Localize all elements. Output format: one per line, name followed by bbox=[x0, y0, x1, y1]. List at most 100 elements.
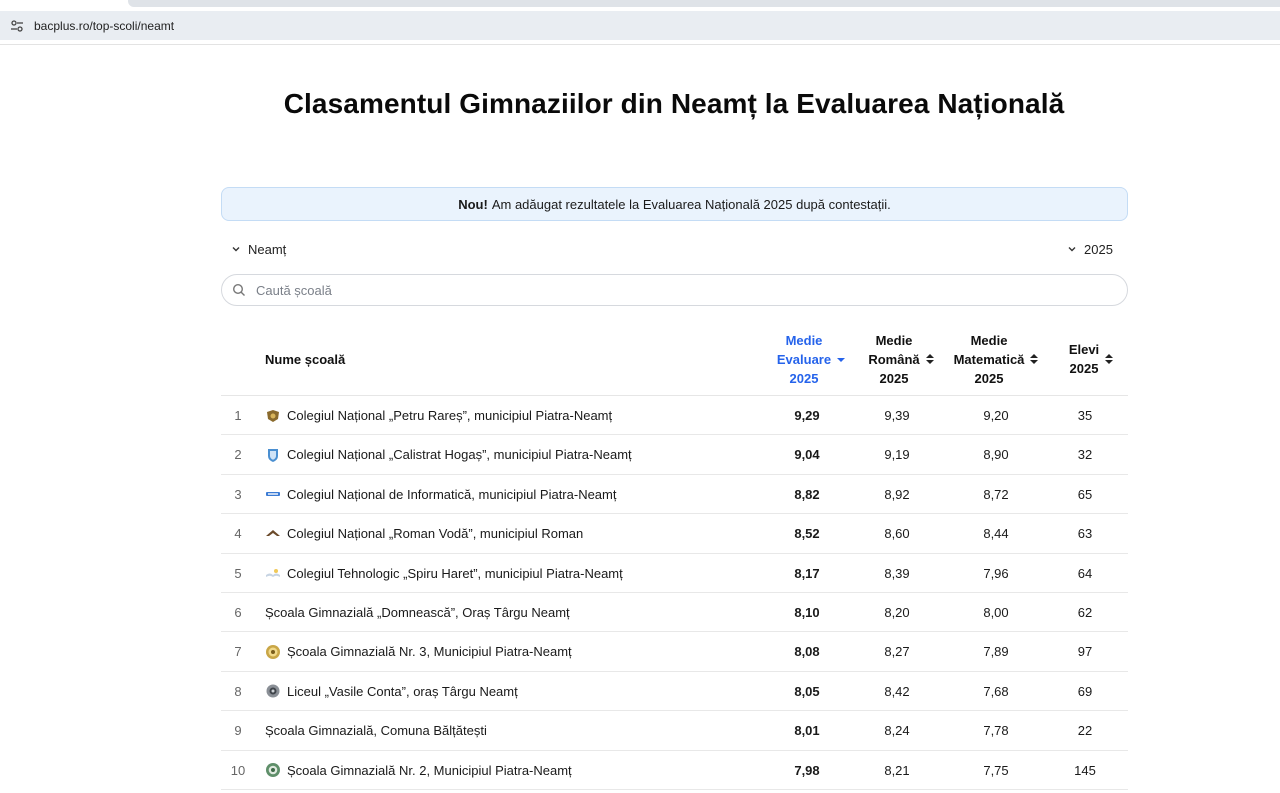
tab-strip bbox=[128, 0, 1280, 7]
romanian-average-cell: 9,19 bbox=[884, 447, 910, 463]
school-logo-icon bbox=[265, 644, 281, 660]
table-row[interactable]: 5 Colegiul Tehnologic „Spiru Haret”, muni… bbox=[221, 554, 1128, 593]
table-row[interactable]: 9 Școala Gimnazială, Comuna Bălțătești 8,0… bbox=[221, 711, 1128, 751]
school-name[interactable]: Colegiul Național de Informatică, munici… bbox=[287, 487, 616, 502]
rank-cell: 8 bbox=[234, 683, 242, 699]
eval-average-cell: 9,04 bbox=[794, 447, 820, 463]
students-cell: 69 bbox=[1077, 683, 1093, 699]
browser-toolbar: bacplus.ro/top-scoli/neamt bbox=[0, 0, 1280, 45]
county-select-value: Neamț bbox=[248, 241, 287, 257]
table-row[interactable]: 4 Colegiul Național „Roman Vodă”, municip… bbox=[221, 514, 1128, 554]
table-row[interactable]: 3 Colegiul Național de Informatică, munic… bbox=[221, 475, 1128, 515]
table-row[interactable]: 1 Colegiul Național „Petru Rareș”, munici… bbox=[221, 396, 1128, 436]
school-logo-icon bbox=[265, 565, 281, 581]
school-name-cell[interactable]: Colegiul Național „Petru Rareș”, municip… bbox=[265, 396, 765, 435]
sort-icon bbox=[925, 354, 934, 364]
school-name[interactable]: Colegiul Național „Roman Vodă”, municipi… bbox=[287, 526, 583, 541]
math-average-cell: 7,75 bbox=[983, 762, 1009, 778]
url-text[interactable]: bacplus.ro/top-scoli/neamt bbox=[34, 19, 174, 33]
year-select-value: 2025 bbox=[1084, 241, 1113, 257]
rank-cell: 10 bbox=[230, 762, 246, 778]
eval-average-cell: 8,10 bbox=[794, 604, 820, 620]
school-name-cell[interactable]: Școala Gimnazială Nr. 2, Municipiul Piat… bbox=[265, 751, 765, 790]
rank-cell: 6 bbox=[234, 604, 242, 620]
schools-table: Nume școală Medie Evaluare 2025 Medie Ro… bbox=[221, 322, 1128, 790]
math-average-cell: 8,00 bbox=[983, 604, 1009, 620]
chevron-down-icon bbox=[232, 247, 240, 252]
table-row[interactable]: 10 Școala Gimnazială Nr. 2, Municipiul Pi… bbox=[221, 751, 1128, 790]
sort-descending-icon bbox=[837, 358, 846, 362]
school-search-box[interactable] bbox=[221, 274, 1128, 306]
romanian-average-cell: 8,21 bbox=[884, 762, 910, 778]
rank-cell: 5 bbox=[234, 565, 242, 581]
eval-average-cell: 8,01 bbox=[794, 723, 820, 739]
students-cell: 63 bbox=[1077, 526, 1093, 542]
eval-average-cell: 9,29 bbox=[794, 408, 820, 423]
eval-average-cell: 8,05 bbox=[794, 683, 820, 699]
school-name-cell[interactable]: Școala Gimnazială Nr. 3, Municipiul Piat… bbox=[265, 632, 765, 671]
table-row[interactable]: 7 Școala Gimnazială Nr. 3, Municipiul Pia… bbox=[221, 632, 1128, 672]
students-cell: 145 bbox=[1074, 762, 1096, 778]
school-name[interactable]: Școala Gimnazială Nr. 2, Municipiul Piat… bbox=[287, 763, 572, 778]
romanian-average-cell: 8,92 bbox=[884, 486, 910, 502]
school-name[interactable]: Școala Gimnazială Nr. 3, Municipiul Piat… bbox=[287, 644, 572, 659]
math-average-cell: 7,89 bbox=[983, 644, 1009, 660]
school-name[interactable]: Colegiul Național „Petru Rareș”, municip… bbox=[287, 408, 612, 423]
school-name[interactable]: Școala Gimnazială, Comuna Bălțătești bbox=[265, 723, 487, 738]
school-logo-icon bbox=[265, 486, 281, 502]
romanian-average-cell: 8,20 bbox=[884, 604, 910, 620]
students-cell: 22 bbox=[1077, 723, 1093, 739]
school-name-cell[interactable]: Școala Gimnazială „Domnească”, Oraș Târg… bbox=[265, 593, 765, 632]
school-name-cell[interactable]: Școala Gimnazială, Comuna Bălțătești bbox=[265, 711, 765, 750]
school-name-cell[interactable]: Liceul „Vasile Conta”, oraș Târgu Neamț bbox=[265, 672, 765, 711]
math-average-cell: 8,72 bbox=[983, 486, 1009, 502]
students-cell: 65 bbox=[1077, 486, 1093, 502]
school-name-cell[interactable]: Colegiul Național „Calistrat Hogaș”, mun… bbox=[265, 435, 765, 474]
romanian-average-cell: 8,60 bbox=[884, 526, 910, 542]
math-average-cell: 7,78 bbox=[983, 723, 1009, 739]
school-logo-icon bbox=[265, 683, 281, 699]
rank-cell: 2 bbox=[234, 447, 242, 463]
column-header-name: Nume școală bbox=[265, 351, 346, 367]
sort-icon bbox=[1105, 354, 1114, 364]
table-row[interactable]: 8 Liceul „Vasile Conta”, oraș Târgu Neamț… bbox=[221, 672, 1128, 712]
eval-average-cell: 8,82 bbox=[794, 486, 820, 502]
site-settings-icon[interactable] bbox=[6, 15, 28, 37]
school-name-cell[interactable]: Colegiul Național „Roman Vodă”, municipi… bbox=[265, 514, 765, 553]
column-header-eval-average[interactable]: Medie Evaluare 2025 bbox=[771, 322, 851, 396]
romanian-average-cell: 8,24 bbox=[884, 723, 910, 739]
students-cell: 32 bbox=[1077, 447, 1093, 463]
county-select[interactable]: Neamț bbox=[230, 240, 286, 258]
column-header-students[interactable]: Elevi 2025 bbox=[1061, 322, 1121, 396]
rank-cell: 4 bbox=[234, 526, 242, 542]
rank-cell: 1 bbox=[234, 408, 242, 423]
school-search-input[interactable] bbox=[256, 282, 1076, 298]
eval-average-cell: 7,98 bbox=[794, 762, 820, 778]
school-name[interactable]: Liceul „Vasile Conta”, oraș Târgu Neamț bbox=[287, 684, 518, 699]
address-bar[interactable]: bacplus.ro/top-scoli/neamt bbox=[0, 11, 1280, 40]
table-row[interactable]: 6 Școala Gimnazială „Domnească”, Oraș Târ… bbox=[221, 593, 1128, 633]
students-cell: 97 bbox=[1077, 644, 1093, 660]
announcement-text: Am adăugat rezultatele la Evaluarea Nați… bbox=[491, 196, 891, 212]
school-name-cell[interactable]: Colegiul Național de Informatică, munici… bbox=[265, 475, 765, 514]
year-select[interactable]: 2025 bbox=[1066, 240, 1113, 258]
school-name[interactable]: Colegiul Național „Calistrat Hogaș”, mun… bbox=[287, 447, 632, 462]
column-header-romanian-average[interactable]: Medie Română 2025 bbox=[861, 322, 941, 396]
school-name[interactable]: Școala Gimnazială „Domnească”, Oraș Târg… bbox=[265, 605, 570, 620]
romanian-average-cell: 9,39 bbox=[884, 408, 910, 423]
table-row[interactable]: 2 Colegiul Național „Calistrat Hogaș”, mu… bbox=[221, 435, 1128, 475]
sort-icon bbox=[1030, 354, 1039, 364]
eval-average-cell: 8,52 bbox=[794, 526, 820, 542]
students-cell: 62 bbox=[1077, 604, 1093, 620]
school-name-cell[interactable]: Colegiul Tehnologic „Spiru Haret”, munic… bbox=[265, 554, 765, 593]
column-header-math-average[interactable]: Medie Matematică 2025 bbox=[951, 322, 1041, 396]
school-logo-icon bbox=[265, 526, 281, 542]
table-header: Nume școală Medie Evaluare 2025 Medie Ro… bbox=[221, 322, 1128, 396]
school-name[interactable]: Colegiul Tehnologic „Spiru Haret”, munic… bbox=[287, 566, 623, 581]
romanian-average-cell: 8,27 bbox=[884, 644, 910, 660]
eval-average-cell: 8,08 bbox=[794, 644, 820, 660]
eval-average-cell: 8,17 bbox=[794, 565, 820, 581]
rank-cell: 7 bbox=[234, 644, 242, 660]
romanian-average-cell: 8,42 bbox=[884, 683, 910, 699]
table-body: 1 Colegiul Național „Petru Rareș”, munici… bbox=[221, 396, 1128, 790]
